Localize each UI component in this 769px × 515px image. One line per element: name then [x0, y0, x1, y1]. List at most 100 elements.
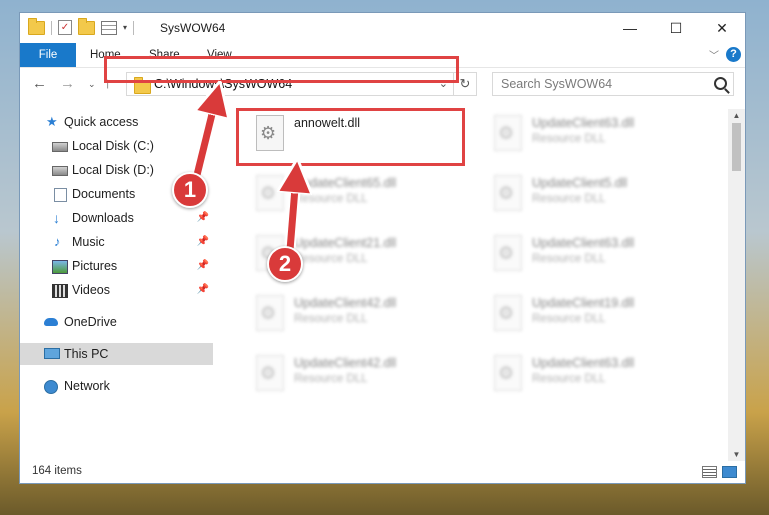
- new-folder-icon[interactable]: [78, 17, 95, 35]
- properties-check-icon[interactable]: ✓: [58, 20, 72, 35]
- sidebar-item-label: This PC: [64, 347, 109, 361]
- back-button[interactable]: ←: [32, 75, 47, 92]
- file-type: Resource DLL: [294, 373, 368, 385]
- search-icon[interactable]: [714, 77, 727, 90]
- scroll-down-icon[interactable]: ▼: [728, 450, 745, 459]
- file-type: Resource DLL: [294, 253, 368, 265]
- file-highlight: [236, 108, 465, 166]
- maximize-button[interactable]: ☐: [653, 13, 699, 43]
- tab-file[interactable]: File: [20, 43, 76, 67]
- up-button[interactable]: ↑: [104, 75, 112, 92]
- dll-file-icon: [494, 115, 522, 151]
- sidebar-item-label: Downloads: [72, 211, 134, 225]
- sidebar-item-local-disk-c[interactable]: Local Disk (C:): [20, 135, 213, 157]
- tab-home[interactable]: Home: [90, 43, 121, 67]
- file-type: Resource DLL: [294, 193, 368, 205]
- details-view-icon[interactable]: [702, 466, 717, 478]
- file-name: UpdateClient63.dll: [532, 116, 635, 130]
- sidebar-item-this-pc[interactable]: This PC: [20, 343, 213, 365]
- explorer-window: ✓ ▾ SysWOW64 — ☐ ✕ File Home Share View …: [19, 12, 746, 484]
- help-icon[interactable]: ?: [726, 47, 741, 62]
- dll-file-icon: [494, 235, 522, 271]
- onedrive-icon: [44, 318, 58, 326]
- pc-icon: [44, 348, 60, 359]
- file-item[interactable]: UpdateClient63.dll Resource DLL: [482, 111, 712, 165]
- sidebar-item-onedrive[interactable]: OneDrive: [20, 311, 213, 333]
- close-button[interactable]: ✕: [699, 13, 745, 43]
- refresh-button[interactable]: ↻: [453, 73, 476, 95]
- file-name: UpdateClient42.dll: [294, 356, 397, 370]
- disk-icon: [52, 142, 68, 152]
- dll-file-icon: [494, 175, 522, 211]
- music-icon: ♪: [54, 234, 61, 249]
- file-item[interactable]: UpdateClient42.dll Resource DLL: [244, 351, 474, 405]
- file-type: Resource DLL: [532, 193, 606, 205]
- file-name: UpdateClient63.dll: [532, 356, 635, 370]
- folder-icon: [134, 77, 151, 94]
- file-type: Resource DLL: [532, 133, 606, 145]
- status-bar: 164 items: [20, 461, 745, 483]
- file-name: UpdateClient63.dll: [532, 236, 635, 250]
- search-input[interactable]: Search SysWOW64: [501, 77, 612, 91]
- dll-file-icon: [256, 175, 284, 211]
- file-name: UpdateClient21.dll: [294, 236, 397, 250]
- pin-icon[interactable]: 📌: [197, 279, 209, 301]
- file-item[interactable]: UpdateClient5.dll Resource DLL: [482, 171, 712, 225]
- sidebar-item-quick-access[interactable]: ★ Quick access: [20, 111, 213, 133]
- vertical-scrollbar[interactable]: ▲ ▼: [728, 109, 745, 461]
- file-type: Resource DLL: [532, 313, 606, 325]
- videos-icon: [52, 284, 68, 298]
- address-dropdown-icon[interactable]: ⌄: [439, 77, 448, 90]
- address-bar[interactable]: C:\Windows\SysWOW64 ⌄ ↻: [126, 72, 477, 96]
- customize-icon[interactable]: [101, 20, 117, 35]
- customize-dropdown-icon[interactable]: ▾: [123, 23, 127, 32]
- file-item[interactable]: UpdateClient63.dll Resource DLL: [482, 351, 712, 405]
- network-icon: [44, 380, 58, 394]
- pin-icon[interactable]: 📌: [197, 255, 209, 277]
- pictures-icon: [52, 260, 68, 274]
- forward-button[interactable]: →: [60, 75, 75, 92]
- dll-file-icon: [256, 295, 284, 331]
- file-type: Resource DLL: [294, 313, 368, 325]
- sidebar-item-label: Local Disk (C:): [72, 139, 154, 153]
- search-box[interactable]: Search SysWOW64: [492, 72, 734, 96]
- dll-file-icon: [494, 295, 522, 331]
- pin-icon[interactable]: 📌: [197, 231, 209, 253]
- item-count: 164 items: [32, 465, 82, 477]
- large-icons-view-icon[interactable]: [722, 466, 737, 478]
- sidebar-item-label: Music: [72, 235, 105, 249]
- window-title: SysWOW64: [160, 21, 226, 35]
- sidebar-item-music[interactable]: ♪ Music 📌: [20, 231, 213, 253]
- file-item[interactable]: UpdateClient19.dll Resource DLL: [482, 291, 712, 345]
- file-type: Resource DLL: [532, 373, 606, 385]
- file-name: UpdateClient5.dll: [532, 176, 628, 190]
- recent-locations-button[interactable]: ⌄: [88, 79, 96, 90]
- dll-file-icon: [494, 355, 522, 391]
- sidebar-item-label: Videos: [72, 283, 110, 297]
- expand-ribbon-icon[interactable]: ﹀: [709, 47, 719, 62]
- sidebar-item-pictures[interactable]: Pictures 📌: [20, 255, 213, 277]
- sidebar-item-label: OneDrive: [64, 315, 117, 329]
- scroll-up-icon[interactable]: ▲: [728, 111, 745, 120]
- scroll-thumb[interactable]: [732, 123, 741, 171]
- file-item[interactable]: UpdateClient63.dll Resource DLL: [482, 231, 712, 285]
- sidebar-item-videos[interactable]: Videos 📌: [20, 279, 213, 301]
- file-name: UpdateClient42.dll: [294, 296, 397, 310]
- tab-share[interactable]: Share: [149, 43, 180, 67]
- sidebar-item-label: Network: [64, 379, 110, 393]
- quick-access-toolbar: ✓ ▾: [28, 17, 135, 35]
- title-bar: ✓ ▾ SysWOW64 — ☐ ✕: [20, 13, 745, 43]
- minimize-button[interactable]: —: [607, 13, 653, 43]
- file-item[interactable]: UpdateClient42.dll Resource DLL: [244, 291, 474, 345]
- sidebar-item-network[interactable]: Network: [20, 375, 213, 397]
- sidebar-item-label: Local Disk (D:): [72, 163, 154, 177]
- file-item[interactable]: UpdateClient65.dll Resource DLL: [244, 171, 474, 225]
- pin-icon[interactable]: 📌: [197, 207, 209, 229]
- sidebar-item-label: Pictures: [72, 259, 118, 273]
- ribbon-tabs: File Home Share View ﹀ ?: [20, 43, 745, 68]
- navigation-pane: ★ Quick access Local Disk (C:) Local Dis…: [20, 109, 213, 459]
- step-two-badge: 2: [267, 246, 303, 282]
- sidebar-item-downloads[interactable]: ↓ Downloads 📌: [20, 207, 213, 229]
- tab-view[interactable]: View: [207, 43, 232, 67]
- address-path[interactable]: C:\Windows\SysWOW64: [154, 77, 292, 91]
